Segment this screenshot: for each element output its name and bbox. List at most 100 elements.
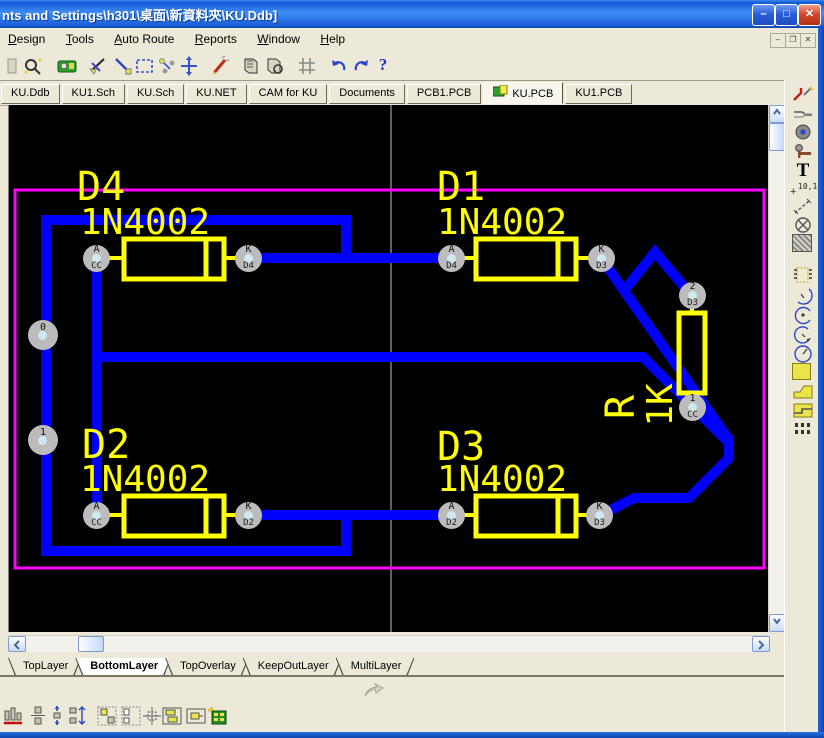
pad-d2-cathode[interactable]: KD2 (235, 502, 262, 529)
layer-tab-keepoutlayer[interactable]: KeepOutLayerKeepOutLayer (243, 658, 342, 676)
library-icon[interactable] (240, 55, 262, 77)
pad-d4-cathode[interactable]: KD4 (235, 245, 262, 272)
align-bottom-icon[interactable] (2, 705, 24, 727)
interactive-routing-icon[interactable] (792, 85, 814, 103)
select-inside-icon[interactable] (134, 55, 156, 77)
space-vertical-icon[interactable] (66, 705, 88, 727)
doc-tab-pcb1[interactable]: PCB1.PCB (407, 84, 481, 104)
pad-icon[interactable] (792, 143, 814, 161)
via-icon[interactable] (792, 123, 814, 141)
place-component-icon[interactable] (792, 266, 814, 284)
mdi-restore-button[interactable]: ❐ (785, 33, 801, 48)
layer-tab-multilayer[interactable]: MultiLayerMultiLayer (336, 658, 415, 676)
dimension-icon[interactable] (792, 198, 814, 216)
browse-board-icon[interactable] (56, 55, 78, 77)
pad-d2-anode[interactable]: ACC (83, 502, 110, 529)
comment-d3[interactable]: 1N4002 (437, 462, 567, 498)
horizontal-scrollbar[interactable] (8, 635, 768, 652)
minimize-button[interactable]: – (752, 4, 775, 26)
doc-tab-ku1-pcb[interactable]: KU1.PCB (565, 84, 632, 104)
full-circle-icon[interactable] (792, 344, 814, 362)
doc-tab-ku-ddb[interactable]: KU.Ddb (1, 84, 60, 104)
designator-d4[interactable]: D4 (77, 167, 125, 207)
highlight-pen-icon[interactable] (208, 55, 230, 77)
menu-auto-route[interactable]: Auto Route (106, 28, 182, 49)
pad-connector-0[interactable]: 0 (28, 320, 58, 350)
mdi-minimize-button[interactable]: – (770, 33, 786, 48)
layer-tab-toplayer[interactable]: TopLayerTopLayer (8, 658, 81, 676)
pcb-canvas[interactable]: ACC KD4 AD4 KD3 ACC KD2 AD2 KD3 2D3 1CC … (8, 105, 769, 632)
pad-d1-anode[interactable]: AD4 (438, 245, 465, 272)
fill-hatched-icon[interactable] (792, 234, 814, 252)
new-array-icon[interactable] (206, 705, 228, 727)
mdi-close-button[interactable]: ✕ (800, 33, 816, 48)
snap-grid-icon[interactable] (141, 705, 163, 727)
undo-icon[interactable] (328, 55, 350, 77)
trace[interactable] (601, 435, 729, 515)
menu-tools[interactable]: Tools (58, 28, 102, 49)
align-components-right-icon[interactable] (120, 705, 142, 727)
doc-tab-ku1-sch[interactable]: KU1.Sch (62, 84, 125, 104)
toggle-grid-icon[interactable] (296, 55, 318, 77)
zoom-board-icon[interactable] (22, 55, 44, 77)
doc-tab-ku-net[interactable]: KU.NET (186, 84, 246, 104)
arrange-room-icon[interactable] (185, 705, 207, 727)
text-tool-icon[interactable]: T (792, 160, 814, 178)
clear-selection-icon[interactable] (156, 55, 178, 77)
scroll-left-button[interactable] (8, 636, 26, 652)
scroll-up-button[interactable] (769, 105, 785, 123)
menu-design[interactable]: Design (0, 28, 53, 49)
layer-tab-topoverlay[interactable]: TopOverlayTopOverlay (165, 658, 249, 676)
doc-tab-documents[interactable]: Documents (329, 84, 405, 104)
maximize-button[interactable]: □ (775, 4, 798, 26)
vertical-scroll-thumb[interactable] (769, 123, 785, 151)
arc-edge-icon[interactable] (792, 285, 814, 303)
vertical-scrollbar[interactable] (768, 105, 785, 632)
diode-d2-body[interactable] (96, 496, 248, 536)
pad-d1-cathode[interactable]: KD3 (588, 245, 615, 272)
trace-group[interactable] (46, 220, 729, 551)
menu-help[interactable]: Help (312, 28, 353, 49)
keepout-arc-icon[interactable] (792, 216, 814, 234)
arrange-components-icon[interactable] (161, 705, 183, 727)
comment-d4[interactable]: 1N4002 (80, 205, 210, 241)
doc-tab-ku-pcb[interactable]: KU.PCB (483, 82, 563, 104)
close-button[interactable]: ✕ (798, 4, 821, 26)
pad-d3-cathode[interactable]: KD3 (586, 502, 613, 529)
polygon-slice-icon[interactable] (112, 55, 134, 77)
scroll-right-button[interactable] (752, 636, 770, 652)
diode-d1-body[interactable] (451, 239, 601, 279)
pad-array-icon[interactable] (792, 421, 814, 439)
pad-d3-anode[interactable]: AD2 (438, 502, 465, 529)
comment-r[interactable]: 1K (643, 383, 679, 426)
diode-d4-body[interactable] (96, 239, 248, 279)
pad-connector-1[interactable]: 1 (28, 425, 58, 455)
redo-icon[interactable] (350, 55, 372, 77)
layer-tab-bottomlayer[interactable]: BottomLayerBottomLayer (75, 658, 171, 676)
pad-r-2[interactable]: 2D3 (679, 282, 706, 309)
split-plane-icon[interactable] (792, 401, 814, 419)
diode-d3-body[interactable] (451, 496, 601, 536)
scroll-down-button[interactable] (769, 614, 785, 632)
pad-d4-anode[interactable]: ACC (83, 245, 110, 272)
arc-angle-icon[interactable] (792, 325, 814, 343)
comment-d2[interactable]: 1N4002 (80, 462, 210, 498)
browse-library-icon[interactable] (264, 55, 286, 77)
menu-window[interactable]: Window (249, 28, 308, 49)
move-icon[interactable] (178, 55, 200, 77)
arc-center-icon[interactable] (792, 305, 814, 323)
menu-reports[interactable]: Reports (187, 28, 245, 49)
designator-r[interactable]: R (601, 395, 641, 419)
designator-d1[interactable]: D1 (437, 167, 485, 207)
knife-icon[interactable] (88, 55, 110, 77)
horizontal-scroll-thumb[interactable] (78, 636, 104, 652)
doc-tab-cam[interactable]: CAM for KU (249, 84, 328, 104)
comment-d1[interactable]: 1N4002 (437, 205, 567, 241)
fill-rect-icon[interactable] (792, 363, 814, 381)
doc-tab-ku-sch[interactable]: KU.Sch (127, 84, 184, 104)
polygon-plane-icon[interactable] (792, 382, 814, 400)
center-vertical-icon[interactable] (27, 705, 49, 727)
help-icon[interactable]: ? (372, 55, 394, 77)
align-components-left-icon[interactable] (96, 705, 118, 727)
pad-r-1[interactable]: 1CC (679, 394, 706, 421)
